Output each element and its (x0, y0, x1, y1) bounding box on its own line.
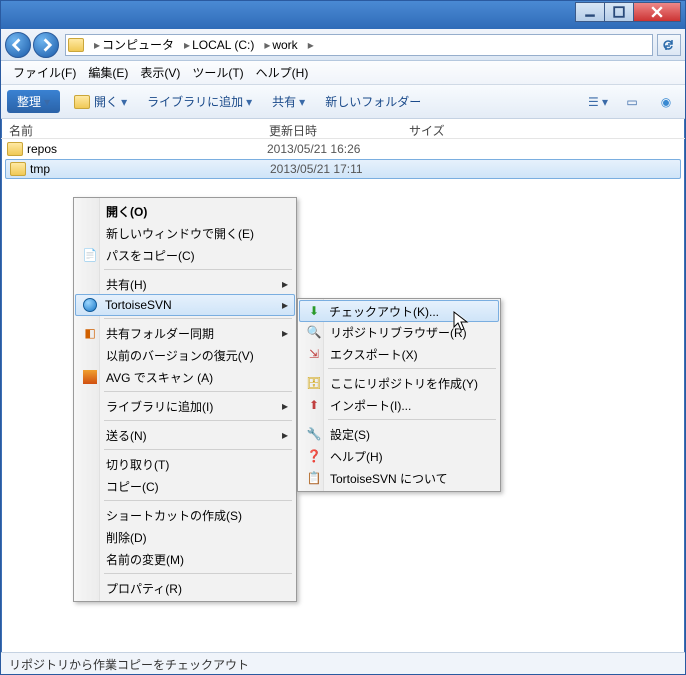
breadcrumb-drive[interactable]: LOCAL (C:) (192, 38, 254, 52)
chevron-right-icon: ▸ (282, 326, 288, 340)
ctx-open[interactable]: 開く(O) (76, 200, 294, 222)
export-icon: ⇲ (306, 346, 322, 362)
back-button[interactable] (5, 32, 31, 58)
repo-browser-icon: 🔍 (306, 324, 322, 340)
ctx-copy-path[interactable]: 📄パスをコピー(C) (76, 244, 294, 266)
folder-icon (68, 38, 84, 52)
ctx-tortoisesvn[interactable]: TortoiseSVN▸ (75, 294, 295, 316)
menubar: ファイル(F) 編集(E) 表示(V) ツール(T) ヘルプ(H) (1, 61, 685, 85)
column-headers: 名前 更新日時 サイズ (1, 119, 685, 139)
checkout-icon: ⬇ (306, 303, 322, 319)
ctx-restore-previous[interactable]: 以前のバージョンの復元(V) (76, 344, 294, 366)
breadcrumb-root[interactable]: コンピュータ (102, 36, 174, 53)
preview-pane-icon[interactable]: ▭ (619, 91, 645, 113)
column-name[interactable]: 名前 (1, 122, 261, 138)
menu-file[interactable]: ファイル(F) (7, 62, 82, 83)
menu-edit[interactable]: 編集(E) (82, 62, 134, 83)
help-icon: ❓ (306, 448, 322, 464)
share-button[interactable]: 共有 ▾ (266, 91, 311, 112)
close-button[interactable] (633, 2, 681, 22)
newfolder-button[interactable]: 新しいフォルダー (319, 91, 427, 112)
menu-help[interactable]: ヘルプ(H) (250, 62, 315, 83)
navbar: ▸コンピュータ ▸LOCAL (C:) ▸work ▸ (1, 29, 685, 61)
file-list: repos 2013/05/21 16:26 tmp 2013/05/21 17… (1, 139, 685, 179)
context-menu: 開く(O) 新しいウィンドウで開く(E) 📄パスをコピー(C) 共有(H)▸ T… (73, 197, 297, 602)
address-bar[interactable]: ▸コンピュータ ▸LOCAL (C:) ▸work ▸ (65, 34, 653, 56)
ctx-delete[interactable]: 削除(D) (76, 526, 294, 548)
svn-settings[interactable]: 🔧設定(S) (300, 423, 498, 445)
ctx-cut[interactable]: 切り取り(T) (76, 453, 294, 475)
forward-button[interactable] (33, 32, 59, 58)
ctx-copy[interactable]: コピー(C) (76, 475, 294, 497)
tortoisesvn-icon (82, 297, 98, 313)
folder-open-icon (74, 95, 90, 109)
arrange-button[interactable]: 整理 ▾ (7, 90, 60, 113)
ctx-send-to[interactable]: 送る(N)▸ (76, 424, 294, 446)
ctx-open-new-window[interactable]: 新しいウィンドウで開く(E) (76, 222, 294, 244)
library-button[interactable]: ライブラリに追加 ▾ (141, 91, 258, 112)
breadcrumb-folder[interactable]: work (272, 38, 297, 52)
svn-import[interactable]: ⬆インポート(I)... (300, 394, 498, 416)
sync-icon: ◧ (82, 325, 98, 341)
maximize-button[interactable] (604, 2, 634, 22)
ctx-share[interactable]: 共有(H)▸ (76, 273, 294, 295)
chevron-right-icon: ▸ (282, 298, 288, 312)
ctx-properties[interactable]: プロパティ(R) (76, 577, 294, 599)
ctx-add-library[interactable]: ライブラリに追加(I)▸ (76, 395, 294, 417)
statusbar: リポジトリから作業コピーをチェックアウト (1, 652, 685, 674)
import-icon: ⬆ (306, 397, 322, 413)
svn-repo-browser[interactable]: 🔍リポジトリブラウザー(R) (300, 321, 498, 343)
chevron-right-icon: ▸ (282, 428, 288, 442)
chevron-right-icon: ▸ (282, 399, 288, 413)
create-repo-icon: 🗄 (306, 375, 322, 391)
svn-export[interactable]: ⇲エクスポート(X) (300, 343, 498, 365)
titlebar[interactable] (1, 1, 685, 29)
explorer-window: ▸コンピュータ ▸LOCAL (C:) ▸work ▸ ファイル(F) 編集(E… (0, 0, 686, 675)
column-date[interactable]: 更新日時 (261, 122, 401, 138)
tortoisesvn-submenu: ⬇チェックアウト(K)... 🔍リポジトリブラウザー(R) ⇲エクスポート(X)… (297, 298, 501, 492)
svn-create-repo[interactable]: 🗄ここにリポジトリを作成(Y) (300, 372, 498, 394)
help-icon[interactable]: ◉ (653, 91, 679, 113)
minimize-button[interactable] (575, 2, 605, 22)
svn-help[interactable]: ❓ヘルプ(H) (300, 445, 498, 467)
toolbar: 整理 ▾ 開く ▾ ライブラリに追加 ▾ 共有 ▾ 新しいフォルダー ☰ ▾ ▭… (1, 85, 685, 119)
svn-checkout[interactable]: ⬇チェックアウト(K)... (299, 300, 499, 322)
menu-view[interactable]: 表示(V) (134, 62, 186, 83)
list-item[interactable]: tmp 2013/05/21 17:11 (5, 159, 681, 179)
ctx-avg-scan[interactable]: AVG でスキャン (A) (76, 366, 294, 388)
ctx-rename[interactable]: 名前の変更(M) (76, 548, 294, 570)
view-options-icon[interactable]: ☰ ▾ (585, 91, 611, 113)
refresh-button[interactable] (657, 34, 681, 56)
settings-icon: 🔧 (306, 426, 322, 442)
ctx-create-shortcut[interactable]: ショートカットの作成(S) (76, 504, 294, 526)
document-icon: 📄 (82, 247, 98, 263)
svn-about[interactable]: 📋TortoiseSVN について (300, 467, 498, 489)
folder-icon (10, 162, 26, 176)
list-item[interactable]: repos 2013/05/21 16:26 (1, 139, 685, 159)
about-icon: 📋 (306, 470, 322, 486)
chevron-right-icon: ▸ (282, 277, 288, 291)
column-size[interactable]: サイズ (401, 122, 501, 138)
open-button[interactable]: 開く ▾ (68, 91, 133, 112)
menu-tools[interactable]: ツール(T) (186, 62, 249, 83)
folder-icon (7, 142, 23, 156)
avg-icon (82, 369, 98, 385)
ctx-shared-folder-sync[interactable]: ◧共有フォルダー同期▸ (76, 322, 294, 344)
